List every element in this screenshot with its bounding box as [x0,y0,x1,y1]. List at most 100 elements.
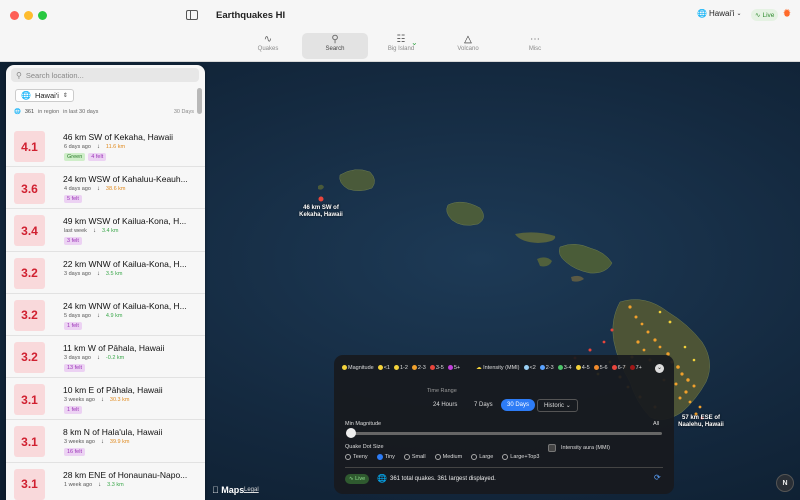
historic-menu[interactable]: Historic ⌄ [537,399,578,412]
magnitude-badge: 4.1 [14,131,45,162]
intensity-aura-label: Intensity aura (MMI) [561,445,610,451]
map-label-naalehu[interactable]: 57 km ESE of Naalehu, Hawaii [676,415,726,429]
magnitude-badge: 3.1 [14,384,45,416]
legend-item: 3-4 [557,365,572,371]
arrow-down-icon: ↓ [96,270,100,277]
live-status-badge[interactable]: ∿ Live [345,474,370,484]
refresh-icon[interactable]: ⟳ [654,473,661,482]
tab-search[interactable]: ⚲ Search [302,33,368,59]
legend-item: 5+ [447,365,460,371]
time-option-30d[interactable]: 30 Days [501,399,536,411]
legend-item: <2 [523,365,536,371]
list-item[interactable]: 3.4 49 km WSW of Kailua-Kona, H... last … [6,209,205,252]
intensity-aura-checkbox[interactable] [548,444,556,452]
magnitude-badge: 3.1 [14,426,45,458]
felt-badge: 1 felt [64,321,82,330]
arrow-down-icon: ↓ [100,397,104,404]
window-minimize-button[interactable] [24,11,33,20]
radio-small[interactable]: Small [403,454,426,460]
time-option-7d[interactable]: 7 Days [468,399,499,411]
sidebar-toggle-icon[interactable] [186,10,198,20]
min-magnitude-slider[interactable] [346,432,662,435]
tab-volcano[interactable]: △ Volcano [435,33,501,59]
list-item[interactable]: 3.1 28 km ENE of Honaunau-Napo... 1 week… [6,463,205,500]
list-item[interactable]: 3.2 24 km WNW of Kailua-Kona, H... 5 day… [6,294,205,336]
collapse-panel-button[interactable]: ⌄ [655,364,664,373]
list-item[interactable]: 3.1 10 km E of Pāhala, Hawaii 3 weeks ag… [6,378,205,421]
magnitude-badge: 3.4 [14,215,45,247]
list-item[interactable]: 3.2 11 km W of Pāhala, Hawaii 3 days ago… [6,336,205,379]
radio-tiny[interactable]: Tiny [376,454,395,460]
region-select[interactable]: 🌐 Hawai'i ⇕ [15,89,74,102]
legend-row: Magnitude <1 1-2 2-3 3-5 5+ ☁ Intensity … [342,365,668,371]
arrow-down-icon: ↓ [96,144,100,150]
tab-big-island[interactable]: ☷ Big Island [368,33,434,59]
quake-location: 24 km WSW of Kahaluu-Keauh... [63,174,188,185]
cloud-icon: ☁ [476,365,482,371]
legend-item: <1 [377,365,390,371]
chevron-down-icon[interactable]: ⌄ [411,38,418,47]
time-option-24h[interactable]: 24 Hours [427,399,463,411]
apple-maps-logo:  Maps [212,485,244,495]
sidebar-scrollbar[interactable] [197,88,202,114]
arrow-down-icon: ↓ [96,354,100,361]
map-label-kekaha[interactable]: 46 km SW of Kekaha, Hawaii [297,205,345,219]
sun-icon[interactable]: ✹ [782,9,792,19]
globe-icon: 🌐 [377,474,387,483]
compass-button[interactable]: N [776,474,794,492]
list-item[interactable]: 4.1 46 km SW of Kekaha, Hawaii 6 days ag… [6,125,205,168]
quake-meta: 3 days ago ↓ 3.5 km [64,270,123,277]
tab-misc[interactable]: ⋯ Misc [502,33,568,59]
legal-link[interactable]: Legal [244,487,259,493]
list-item[interactable]: 3.1 8 km N of Hala'ula, Hawaii 3 weeks a… [6,420,205,463]
search-icon: ⚲ [331,34,339,45]
region-select-label: Hawai'i [34,91,59,100]
region-menu[interactable]: 🌐 Hawai'i ⌄ [697,9,742,18]
radio-teeny[interactable]: Teeny [345,454,368,460]
quake-location: 11 km W of Pāhala, Hawaii [63,342,165,353]
chevron-down-icon: ⌄ [565,403,571,409]
tab-quakes[interactable]: ∿ Quakes [235,33,301,59]
globe-icon: 🌐 [14,109,21,115]
quake-meta: 3 weeks ago ↓ 39.9 km [64,439,130,446]
magnitude-legend-title: Magnitude [342,365,374,371]
search-box[interactable]: ⚲ [11,68,199,82]
quake-location: 46 km SW of Kekaha, Hawaii [63,132,174,142]
window-close-button[interactable] [10,11,19,20]
magnitude-badge: 3.1 [14,468,45,500]
magnitude-badge: 3.2 [14,341,45,373]
sidebar: ⚲ 🌐 Hawai'i ⇕ 🌐 361 in region in last 30… [6,65,205,500]
wave-icon: ∿ [349,476,354,482]
time-range-label: Time Range [427,388,457,394]
search-input[interactable] [25,70,186,80]
list-item[interactable]: 3.2 22 km WNW of Kailua-Kona, H... 3 day… [6,252,205,294]
radio-medium[interactable]: Medium [434,454,462,460]
slider-thumb[interactable] [346,428,356,438]
min-magnitude-value: All [653,421,660,427]
radio-large-top3[interactable]: Large+Top3 [502,454,540,460]
felt-badge: 16 felt [64,448,85,457]
arrow-down-icon: ↓ [92,228,96,235]
quake-list: 4.1 46 km SW of Kekaha, Hawaii 6 days ag… [6,125,205,500]
arrow-down-icon: ↓ [96,186,100,193]
live-status-badge[interactable]: ∿ Live [751,9,779,21]
radio-large[interactable]: Large [471,454,493,460]
region-stats: 🌐 361 in region in last 30 days 30 Days [14,109,194,115]
legend-item: 5-6 [593,365,608,371]
chevron-up-down-icon: ⇕ [62,93,68,99]
volcano-icon: △ [464,34,472,45]
arrow-down-icon: ↓ [98,481,102,488]
magnitude-badge: 3.2 [14,257,45,289]
search-icon: ⚲ [16,70,22,80]
quake-location: 28 km ENE of Honaunau-Napo... [63,469,188,480]
legend-item: 1-2 [393,365,408,371]
window-zoom-button[interactable] [38,11,47,20]
dot-size-options: Teeny Tiny Small Medium Large Large+Top3 [345,454,540,460]
list-item[interactable]: 3.6 24 km WSW of Kahaluu-Keauh... 4 days… [6,167,205,210]
quake-meta: last week ↓ 3.4 km [64,228,119,235]
felt-badge: 3 felt [64,237,82,246]
felt-badge: 13 felt [64,363,85,372]
globe-icon: 🌐 [21,91,31,100]
quake-location: 10 km E of Pāhala, Hawaii [63,385,163,396]
felt-badge: 5 felt [64,195,82,204]
